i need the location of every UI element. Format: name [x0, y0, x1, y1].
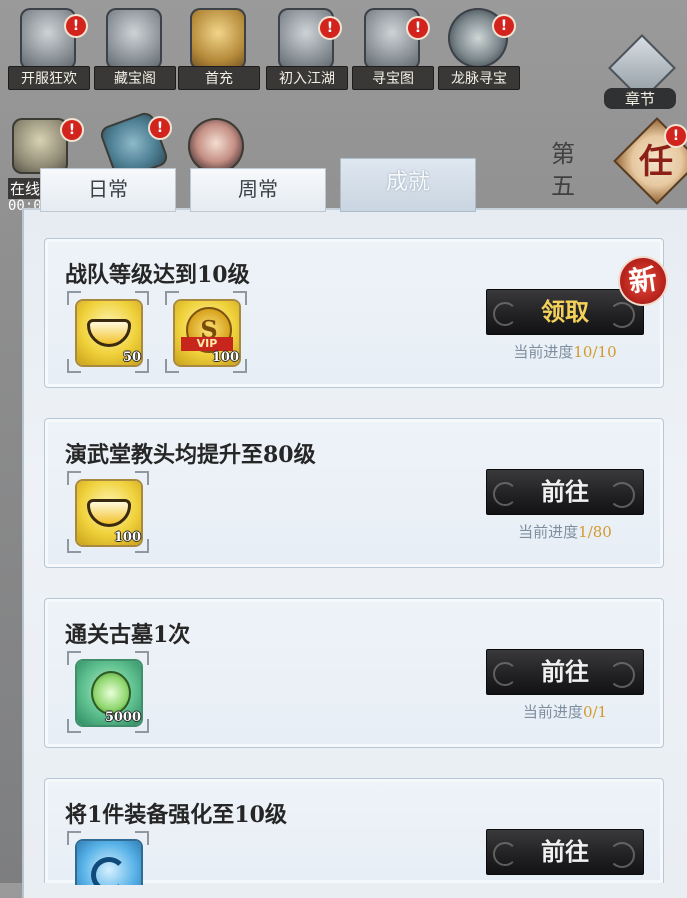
goto-button[interactable]: 前往 [486, 649, 644, 695]
progress-label: 当前进度 [522, 703, 583, 721]
goto-button[interactable]: 前往 [486, 469, 644, 515]
progress-value: 1/80 [578, 523, 612, 541]
claim-button[interactable]: 领取 [486, 289, 644, 335]
task-card: 战队等级达到10级 50 S VIP 100 领取 当前进度10/10 [44, 238, 664, 388]
blue-swirl-icon [77, 841, 141, 885]
goto-button[interactable]: 前往 [486, 829, 644, 875]
alert-badge: ! [66, 16, 86, 36]
event-label: 开服狂欢 [8, 66, 90, 90]
task-button[interactable]: 任 ! [613, 117, 687, 205]
progress-label: 当前进度 [518, 523, 579, 541]
reward-qty: 5000 [104, 710, 141, 725]
event-icon-treasure-map[interactable]: ! 寻宝图 [352, 4, 434, 100]
event-label: 首充 [178, 66, 260, 90]
reward-slot[interactable]: 100 [65, 469, 151, 555]
alert-badge: ! [494, 16, 514, 36]
task-card: 演武堂教头均提升至80级 100 前往 当前进度1/80 [44, 418, 664, 568]
progress-value: 10/10 [573, 343, 617, 361]
reward-qty: 50 [122, 350, 141, 365]
vip-ribbon: VIP [181, 337, 233, 351]
task-title: 通关古墓1次 [65, 622, 191, 648]
chest-icon [12, 118, 68, 174]
reward-qty: 100 [211, 350, 239, 365]
jade-shape [91, 671, 131, 715]
task-progress: 当前进度1/80 [486, 521, 644, 542]
alert-badge: ! [150, 118, 170, 138]
tab-weekly[interactable]: 周常 [190, 168, 326, 212]
event-label: 初入江湖 [266, 66, 348, 90]
progress-value: 0/1 [582, 703, 608, 721]
pavilion-icon [106, 8, 162, 70]
event-icon-treasure-pavilion[interactable]: 藏宝阁 [94, 4, 176, 100]
chapter-label: 章节 [604, 88, 676, 109]
reward-qty: 100 [113, 530, 141, 545]
task-title: 战队等级达到10级 [65, 262, 250, 288]
alert-badge: ! [666, 126, 686, 146]
tab-daily[interactable]: 日常 [40, 168, 176, 212]
event-icon-first-recharge[interactable]: 首充 [178, 4, 260, 100]
online-label: 在线 [8, 178, 43, 199]
reward-slot[interactable]: S VIP 100 [163, 289, 249, 375]
reward-slot[interactable] [65, 829, 151, 885]
treasure-pile-icon [190, 8, 246, 70]
task-card: 通关古墓1次 5000 前往 当前进度0/1 [44, 598, 664, 748]
event-icon-server-carnival[interactable]: ! 开服狂欢 [8, 4, 90, 100]
alert-badge: ! [320, 18, 340, 38]
event-label: 龙脉寻宝 [438, 66, 520, 90]
task-progress: 当前进度0/1 [486, 701, 644, 722]
chapter-ink-text: 第五 [551, 140, 575, 200]
task-card: 将1件装备强化至10级 前往 [44, 778, 664, 885]
event-icon-dragon-vein[interactable]: ! 龙脉寻宝 [438, 4, 520, 100]
reward-slot[interactable]: 5000 [65, 649, 151, 735]
alert-badge: ! [408, 18, 428, 38]
event-label: 寻宝图 [352, 66, 434, 90]
task-title: 将1件装备强化至10级 [65, 802, 287, 828]
chapter-button[interactable]: 章节 [604, 34, 676, 110]
portrait-icon [188, 118, 244, 174]
progress-label: 当前进度 [513, 343, 574, 361]
ingot-shape [87, 499, 131, 527]
ingot-shape [87, 319, 131, 347]
scroll-icon [20, 8, 76, 70]
taiji-gate-icon [278, 8, 334, 70]
event-icon-newcomer[interactable]: ! 初入江湖 [266, 4, 348, 100]
map-icon [364, 8, 420, 70]
tab-achievement[interactable]: 成就 [340, 158, 476, 212]
alert-badge: ! [62, 120, 82, 140]
task-progress: 当前进度10/10 [486, 341, 644, 362]
event-label: 藏宝阁 [94, 66, 176, 90]
task-title: 演武堂教头均提升至80级 [65, 442, 316, 468]
swirl-shape [91, 857, 127, 885]
reward-slot[interactable]: 50 [65, 289, 151, 375]
